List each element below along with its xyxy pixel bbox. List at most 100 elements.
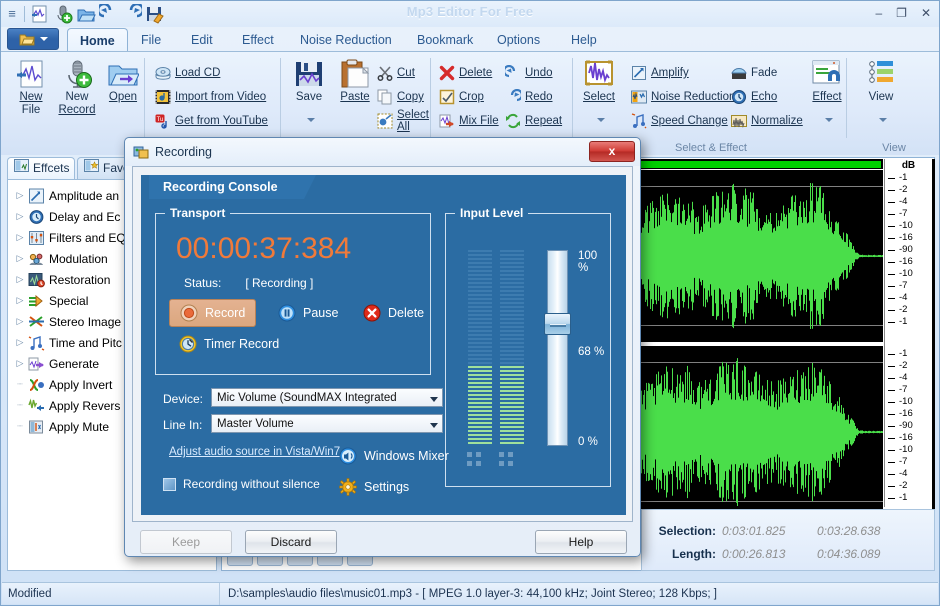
chevron-down-icon[interactable] — [425, 417, 442, 431]
delete-button[interactable]: Delete — [439, 62, 492, 84]
meter-clip-indicator-right — [499, 452, 521, 468]
meter-segment — [468, 278, 492, 280]
recording-without-silence-checkbox[interactable]: Recording without silence — [163, 477, 320, 491]
help-button[interactable]: Help — [535, 530, 627, 554]
new-record-button[interactable]: New Record — [53, 56, 101, 117]
slider-value-label: 68 % — [578, 346, 604, 358]
delete-label: Delete — [388, 306, 424, 320]
expand-arrow-icon[interactable]: ▷ — [12, 358, 28, 369]
select-button[interactable]: Select — [575, 56, 623, 104]
checkbox-box[interactable] — [163, 478, 176, 491]
discard-button[interactable]: Discard — [245, 530, 337, 554]
settings-button[interactable]: Settings — [329, 473, 419, 501]
meter-segment — [468, 314, 492, 316]
tab-effects[interactable]: Effcets — [7, 157, 75, 179]
cut-button[interactable]: Cut — [377, 62, 415, 84]
meter-segment — [500, 334, 524, 336]
recording-dialog[interactable]: Recording x Recording Console Transport … — [124, 137, 641, 557]
import-from-video-button[interactable]: Import from Video — [155, 86, 266, 108]
keep-button[interactable]: Keep — [140, 530, 232, 554]
undo-button[interactable]: Undo — [505, 62, 553, 84]
fade-button[interactable]: Fade — [731, 62, 777, 84]
crop-button[interactable]: Crop — [439, 86, 484, 108]
amplify-label: Amplify — [651, 67, 689, 79]
youtube-icon: Tu — [155, 113, 171, 129]
mix-file-button[interactable]: Mix File — [439, 110, 499, 132]
expand-arrow-icon[interactable]: ▷ — [12, 337, 28, 348]
copy-button[interactable]: Copy — [377, 86, 424, 108]
info-row-length: Length: 0:00:26.813 0:04:36.089 — [642, 543, 936, 565]
expand-arrow-icon[interactable]: ▷ — [12, 211, 28, 222]
minimize-button[interactable]: – — [875, 7, 882, 19]
device-select[interactable]: Mic Volume (SoundMAX Integrated — [211, 388, 443, 407]
paste-button[interactable]: Paste — [331, 56, 379, 104]
tab-edit[interactable]: Edit — [179, 28, 225, 52]
view-button[interactable]: View — [857, 56, 905, 104]
speed-change-button[interactable]: Speed Change — [631, 110, 728, 132]
maximize-button[interactable]: ❐ — [896, 7, 907, 19]
expand-arrow-icon[interactable]: ▷ — [12, 190, 28, 201]
input-level-slider-track[interactable] — [547, 250, 568, 446]
new-file-button[interactable]: New File — [7, 56, 55, 117]
dialog-title-bar: Recording x — [125, 138, 640, 166]
noise-reduction-button[interactable]: Noise Reduction — [631, 86, 735, 108]
meter-segment — [468, 294, 492, 296]
meter-segment — [468, 414, 492, 416]
close-button[interactable]: ✕ — [921, 7, 931, 19]
tab-noise-reduction[interactable]: Noise Reduction — [288, 28, 404, 52]
redo-button[interactable]: Redo — [505, 86, 553, 108]
windows-mixer-button[interactable]: Windows Mixer — [329, 442, 459, 470]
expand-arrow-icon[interactable]: ▷ — [12, 253, 28, 264]
input-level-legend: Input Level — [455, 206, 528, 220]
repeat-button[interactable]: Repeat — [505, 110, 562, 132]
chevron-down-icon[interactable] — [879, 118, 887, 122]
tab-home[interactable]: Home — [67, 28, 128, 52]
tab-options[interactable]: Options — [485, 28, 552, 52]
tab-file[interactable]: File — [129, 28, 173, 52]
tab-bookmark[interactable]: Bookmark — [405, 28, 485, 52]
db-tick: -2 — [885, 185, 933, 197]
expand-arrow-icon[interactable]: ▷ — [12, 274, 28, 285]
window-controls[interactable]: – ❐ ✕ — [875, 7, 931, 19]
delete-button[interactable]: Delete — [353, 299, 434, 327]
expand-arrow-icon[interactable]: ▷ — [12, 232, 28, 243]
chevron-down-icon[interactable] — [825, 118, 833, 122]
pause-button[interactable]: Pause — [268, 299, 348, 327]
chevron-down-icon[interactable] — [307, 118, 315, 122]
amplify-button[interactable]: Amplify — [631, 62, 689, 84]
save-button[interactable]: Save — [285, 56, 333, 104]
echo-button[interactable]: Echo — [731, 86, 777, 108]
meter-segment — [468, 374, 492, 376]
db-scale: dB -1-2-4-7-10-16-90-16-10-7-4-2-1 -1-2-… — [884, 159, 932, 507]
load-cd-button[interactable]: Load CD — [155, 62, 220, 84]
delete-label: Delete — [459, 67, 492, 79]
tree-item-label: Apply Mute — [49, 420, 109, 434]
dialog-close-button[interactable]: x — [589, 141, 635, 162]
meter-segment — [500, 430, 524, 432]
timer-record-button[interactable]: Timer Record — [169, 330, 289, 358]
tab-effect[interactable]: Effect — [230, 28, 286, 52]
open-button[interactable]: Open — [99, 56, 147, 104]
application-menu-button[interactable] — [7, 28, 59, 50]
apply-mute-icon — [28, 419, 45, 435]
tab-help[interactable]: Help — [559, 28, 609, 52]
recording-console-body: Transport 00:00:37:384 Status: [ Recordi… — [141, 199, 626, 515]
get-from-youtube-button[interactable]: Tu Get from YouTube — [155, 110, 268, 132]
meter-segment — [468, 402, 492, 404]
expand-arrow-icon[interactable]: ▷ — [12, 316, 28, 327]
recording-console-title: Recording Console — [149, 175, 304, 199]
select-label: Select — [575, 91, 623, 104]
adjust-audio-source-link[interactable]: Adjust audio source in Vista/Win7 — [169, 446, 340, 458]
checkbox-label: Recording without silence — [183, 477, 320, 491]
normalize-button[interactable]: Normalize — [731, 110, 803, 132]
meter-segment — [468, 382, 492, 384]
record-button[interactable]: Record — [169, 299, 256, 327]
db-tick: -2 — [885, 361, 933, 373]
chevron-down-icon[interactable] — [597, 118, 605, 122]
linein-select[interactable]: Master Volume — [211, 414, 443, 433]
input-level-slider-thumb[interactable] — [544, 313, 571, 335]
effect-button[interactable]: Effect — [803, 56, 851, 104]
select-all-button[interactable]: Select All — [377, 110, 431, 132]
expand-arrow-icon[interactable]: ▷ — [12, 295, 28, 306]
chevron-down-icon[interactable] — [425, 391, 442, 405]
